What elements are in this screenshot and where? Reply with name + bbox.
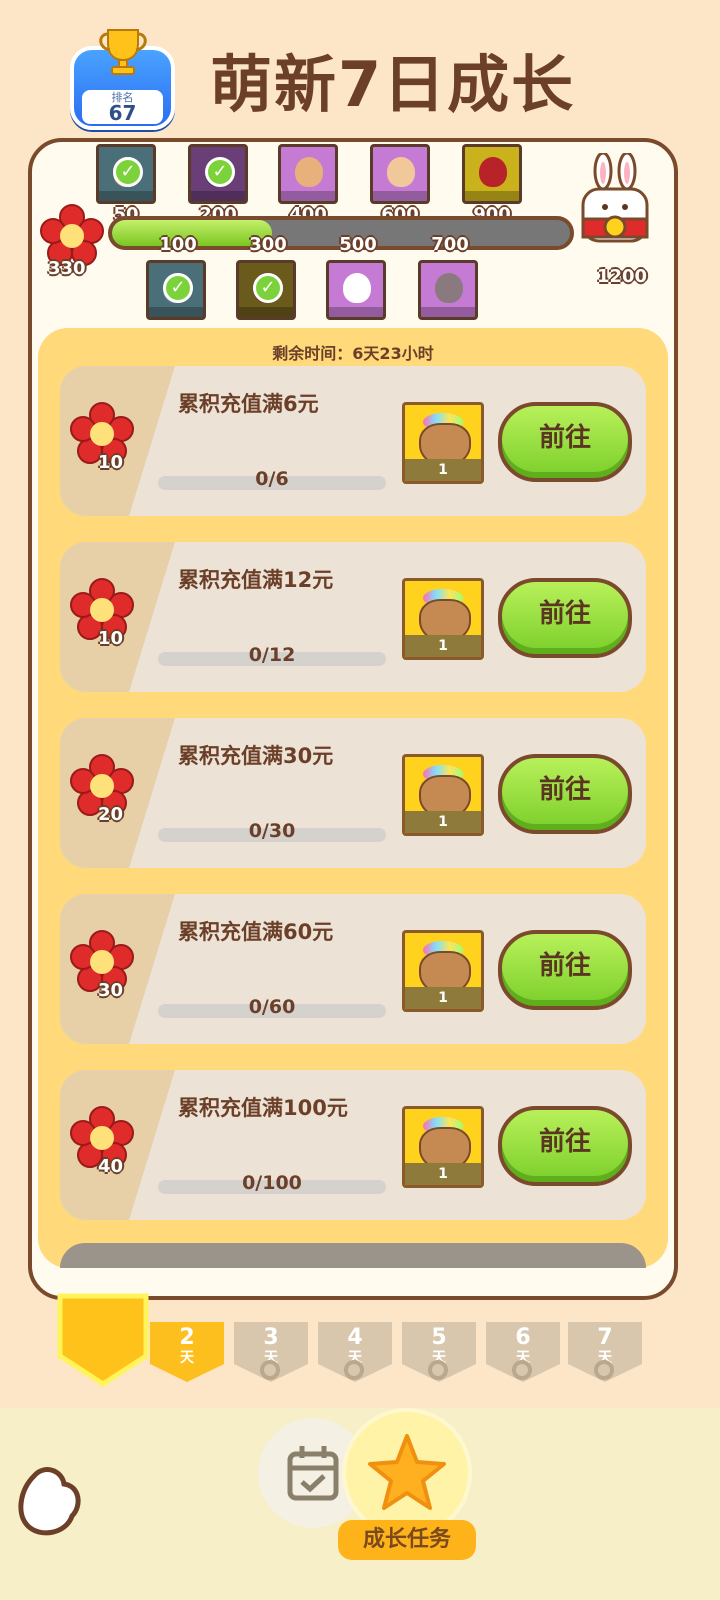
home-icon[interactable] xyxy=(14,1466,84,1540)
milestone-reward-700[interactable] xyxy=(418,260,478,320)
trophy-icon xyxy=(99,29,147,75)
milestone-reward-300[interactable]: ✓ xyxy=(236,260,296,320)
go-button[interactable]: 前往 xyxy=(498,578,632,658)
task-points: 30 xyxy=(98,980,124,1001)
milestone-reward-900[interactable] xyxy=(462,144,522,204)
task-title: 累积充值满30元 xyxy=(178,744,334,768)
task-title: 累积充值满60元 xyxy=(178,920,334,944)
remaining-time: 剩余时间：6天23小时 xyxy=(272,344,434,363)
lock-icon xyxy=(428,1360,448,1380)
task-panel: 剩余时间：6天23小时 10 累积充值满6元 0/6 1 前往 10 累积充值满… xyxy=(38,328,668,1268)
task-points: 40 xyxy=(98,1156,124,1177)
go-button[interactable]: 前往 xyxy=(498,1106,632,1186)
milestone-label: 500 xyxy=(339,234,377,255)
task-points: 10 xyxy=(98,628,124,649)
rank-inner: 排名 67 xyxy=(82,90,163,124)
reward-bag-icon[interactable]: 1 xyxy=(402,754,484,836)
check-icon: ✓ xyxy=(205,157,235,187)
task-card: 30 累积充值满60元 0/60 1 前往 xyxy=(60,894,646,1044)
reward-bag-icon[interactable]: 1 xyxy=(402,402,484,484)
task-progress-text: 0/6 xyxy=(255,468,289,490)
go-button[interactable]: 前往 xyxy=(498,402,632,482)
lock-icon xyxy=(344,1360,364,1380)
reward-bag-icon[interactable]: 1 xyxy=(402,578,484,660)
milestone-reward-400[interactable] xyxy=(278,144,338,204)
pet-avatar-icon xyxy=(343,273,371,303)
milestone-label: 100 xyxy=(159,234,197,255)
task-progress-text: 0/12 xyxy=(248,644,296,666)
go-button[interactable]: 前往 xyxy=(498,930,632,1010)
milestone-reward-200[interactable]: ✓ xyxy=(188,144,248,204)
rank-badge[interactable]: 排名 67 xyxy=(70,26,175,130)
task-points: 10 xyxy=(98,452,124,473)
lock-icon xyxy=(260,1360,280,1380)
task-points: 20 xyxy=(98,804,124,825)
check-icon: ✓ xyxy=(113,157,143,187)
pet-avatar-icon xyxy=(479,157,507,187)
task-title: 累积充值满100元 xyxy=(178,1096,348,1120)
milestone-reward-500[interactable] xyxy=(326,260,386,320)
reward-bag-icon[interactable]: 1 xyxy=(402,930,484,1012)
final-gift-icon[interactable] xyxy=(577,153,653,263)
check-icon: ✓ xyxy=(253,273,283,303)
task-progress-text: 0/30 xyxy=(248,820,296,842)
final-reward-label: 1200 xyxy=(596,266,648,287)
task-card: 20 累积充值满30元 0/30 1 前往 xyxy=(60,718,646,868)
task-progress-text: 0/60 xyxy=(248,996,296,1018)
milestone-label: 700 xyxy=(431,234,469,255)
task-title: 累积充值满6元 xyxy=(178,392,319,416)
milestone-reward-100[interactable]: ✓ xyxy=(146,260,206,320)
task-progress-text: 0/100 xyxy=(242,1172,302,1194)
growth-task-tab[interactable] xyxy=(346,1412,468,1534)
task-card: 10 累积充值满6元 0/6 1 前往 xyxy=(60,366,646,516)
star-icon xyxy=(368,1434,446,1510)
milestone-label: 300 xyxy=(249,234,287,255)
day-1-tab[interactable] xyxy=(56,1292,150,1388)
task-title: 累积充值满12元 xyxy=(178,568,334,592)
reward-bag-icon[interactable]: 1 xyxy=(402,1106,484,1188)
lock-icon xyxy=(512,1360,532,1380)
task-card: 10 累积充值满12元 0/12 1 前往 xyxy=(60,542,646,692)
growth-task-label[interactable]: 成长任务 xyxy=(338,1520,476,1560)
task-card: 40 累积充值满100元 0/100 1 前往 xyxy=(60,1070,646,1220)
lock-icon xyxy=(594,1360,614,1380)
flower-count: 330 xyxy=(48,258,86,279)
pet-avatar-icon xyxy=(387,157,415,187)
pet-avatar-icon xyxy=(435,273,463,303)
milestone-reward-600[interactable] xyxy=(370,144,430,204)
go-button[interactable]: 前往 xyxy=(498,754,632,834)
pet-avatar-icon xyxy=(295,157,323,187)
day-2-tab[interactable]: 2 天 xyxy=(150,1322,224,1382)
milestone-reward-50[interactable]: ✓ xyxy=(96,144,156,204)
rank-value: 67 xyxy=(108,101,137,125)
check-icon: ✓ xyxy=(163,273,193,303)
page-title: 萌新7日成长 xyxy=(210,48,576,121)
task-card-next xyxy=(60,1243,646,1268)
